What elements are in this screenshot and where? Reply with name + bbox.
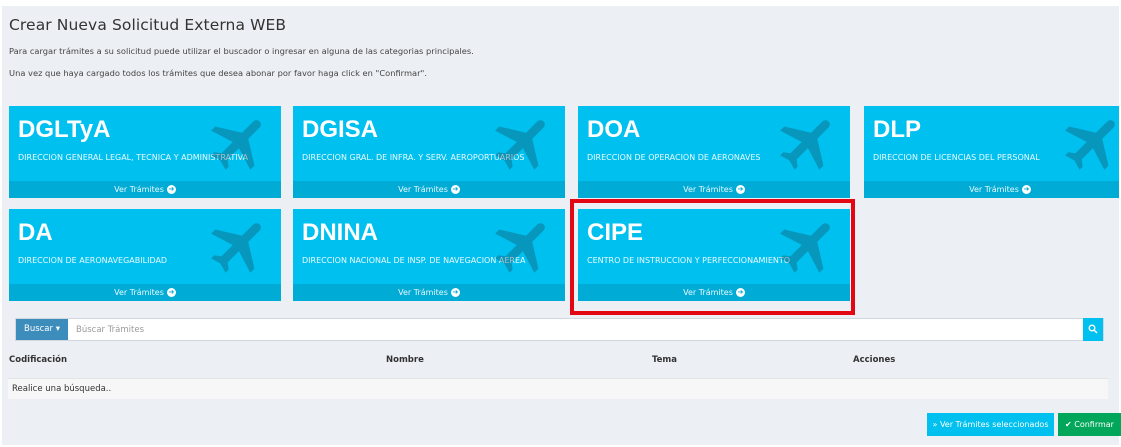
tile-code: DGISA [302,116,379,143]
ver-tramites-label: Ver Trámites [398,185,448,194]
check-icon: ✔ [1065,420,1072,429]
ver-tramites-label: Ver Trámites [398,288,448,297]
search-submit-button[interactable] [1083,318,1103,341]
airplane-icon [780,120,830,170]
intro-text-line-1: Para cargar trámites a su solicitud pued… [9,46,474,56]
column-header-tema: Tema [652,355,678,365]
category-tile-dlp[interactable]: DLP DIRECCION DE LICENCIAS DEL PERSONAL … [864,106,1119,198]
category-tile-da[interactable]: DA DIRECCION DE AERONAVEGABILIDAD Ver Tr… [9,209,281,301]
search-icon [1088,324,1098,334]
airplane-icon [495,120,545,170]
airplane-icon [211,120,261,170]
column-header-nombre: Nombre [386,355,424,365]
ver-tramites-link[interactable]: Ver Trámites ➜ [578,284,850,301]
category-tile-cipe[interactable]: CIPE CENTRO DE INSTRUCCION Y PERFECCIONA… [578,209,850,301]
table-row: Realice una búsqueda.. [8,378,1108,399]
ver-tramites-link[interactable]: Ver Trámites ➜ [9,284,281,301]
ver-tramites-link[interactable]: Ver Trámites ➜ [9,181,281,198]
tile-code: DGLTyA [18,116,111,143]
buscar-dropdown-button[interactable]: Buscar ▾ [16,319,68,340]
search-input[interactable] [76,319,1086,340]
circle-arrow-right-icon: ➜ [166,185,176,194]
caret-down-icon: ▾ [55,324,60,334]
category-tile-dnina[interactable]: DNINA DIRECCION NACIONAL DE INSP. DE NAV… [293,209,565,301]
intro-text-line-2: Una vez que haya cargado todos los trámi… [9,68,427,78]
ver-tramites-label: Ver Trámites [969,185,1019,194]
circle-arrow-right-icon: ➜ [450,185,460,194]
circle-arrow-right-icon: ➜ [166,288,176,297]
column-header-codificacion: Codificación [9,355,67,365]
category-tile-dgltya[interactable]: DGLTyA DIRECCION GENERAL LEGAL, TECNICA … [9,106,281,198]
tile-code: DA [18,219,53,246]
ver-tramites-link[interactable]: Ver Trámites ➜ [864,181,1119,198]
column-header-acciones: Acciones [853,355,896,365]
airplane-icon [780,223,830,273]
circle-arrow-right-icon: ➜ [450,288,460,297]
category-tile-doa[interactable]: DOA DIRECCION DE OPERACION DE AERONAVES … [578,106,850,198]
airplane-icon [495,223,545,273]
tile-description: DIRECCION DE OPERACION DE AERONAVES [587,153,761,162]
tile-code: DOA [587,116,641,143]
ver-tramites-label: Ver Trámites [114,288,164,297]
tile-description: CENTRO DE INSTRUCCION Y PERFECCIONAMIENT… [587,256,791,265]
empty-message: Realice una búsqueda.. [12,384,112,394]
double-chevron-right-icon: » [932,420,938,429]
ver-tramites-label: Ver Trámites [683,185,733,194]
buscar-label: Buscar [23,324,54,334]
tile-code: DLP [873,116,921,143]
ver-tramites-link[interactable]: Ver Trámites ➜ [578,181,850,198]
circle-arrow-right-icon: ➜ [1021,185,1031,194]
category-tile-dgisa[interactable]: DGISA DIRECCION GRAL. DE INFRA. Y SERV. … [293,106,565,198]
confirmar-button[interactable]: ✔ Confirmar [1058,413,1121,436]
airplane-icon [211,223,261,273]
airplane-icon [1065,120,1115,170]
selected-label: Ver Trámites seleccionados [939,420,1049,429]
circle-arrow-right-icon: ➜ [735,185,745,194]
tile-code: DNINA [302,219,378,246]
page-title: Crear Nueva Solicitud Externa WEB [9,16,287,34]
search-bar: Buscar ▾ [15,318,1104,341]
ver-tramites-label: Ver Trámites [683,288,733,297]
ver-tramites-seleccionados-button[interactable]: » Ver Trámites seleccionados [927,413,1054,436]
tile-description: DIRECCION DE AERONAVEGABILIDAD [18,256,168,265]
tile-description: DIRECCION DE LICENCIAS DEL PERSONAL [873,153,1040,162]
circle-arrow-right-icon: ➜ [735,288,745,297]
ver-tramites-link[interactable]: Ver Trámites ➜ [293,181,565,198]
confirm-label: Confirmar [1074,420,1114,429]
tile-code: CIPE [587,219,644,246]
ver-tramites-link[interactable]: Ver Trámites ➜ [293,284,565,301]
ver-tramites-label: Ver Trámites [114,185,164,194]
